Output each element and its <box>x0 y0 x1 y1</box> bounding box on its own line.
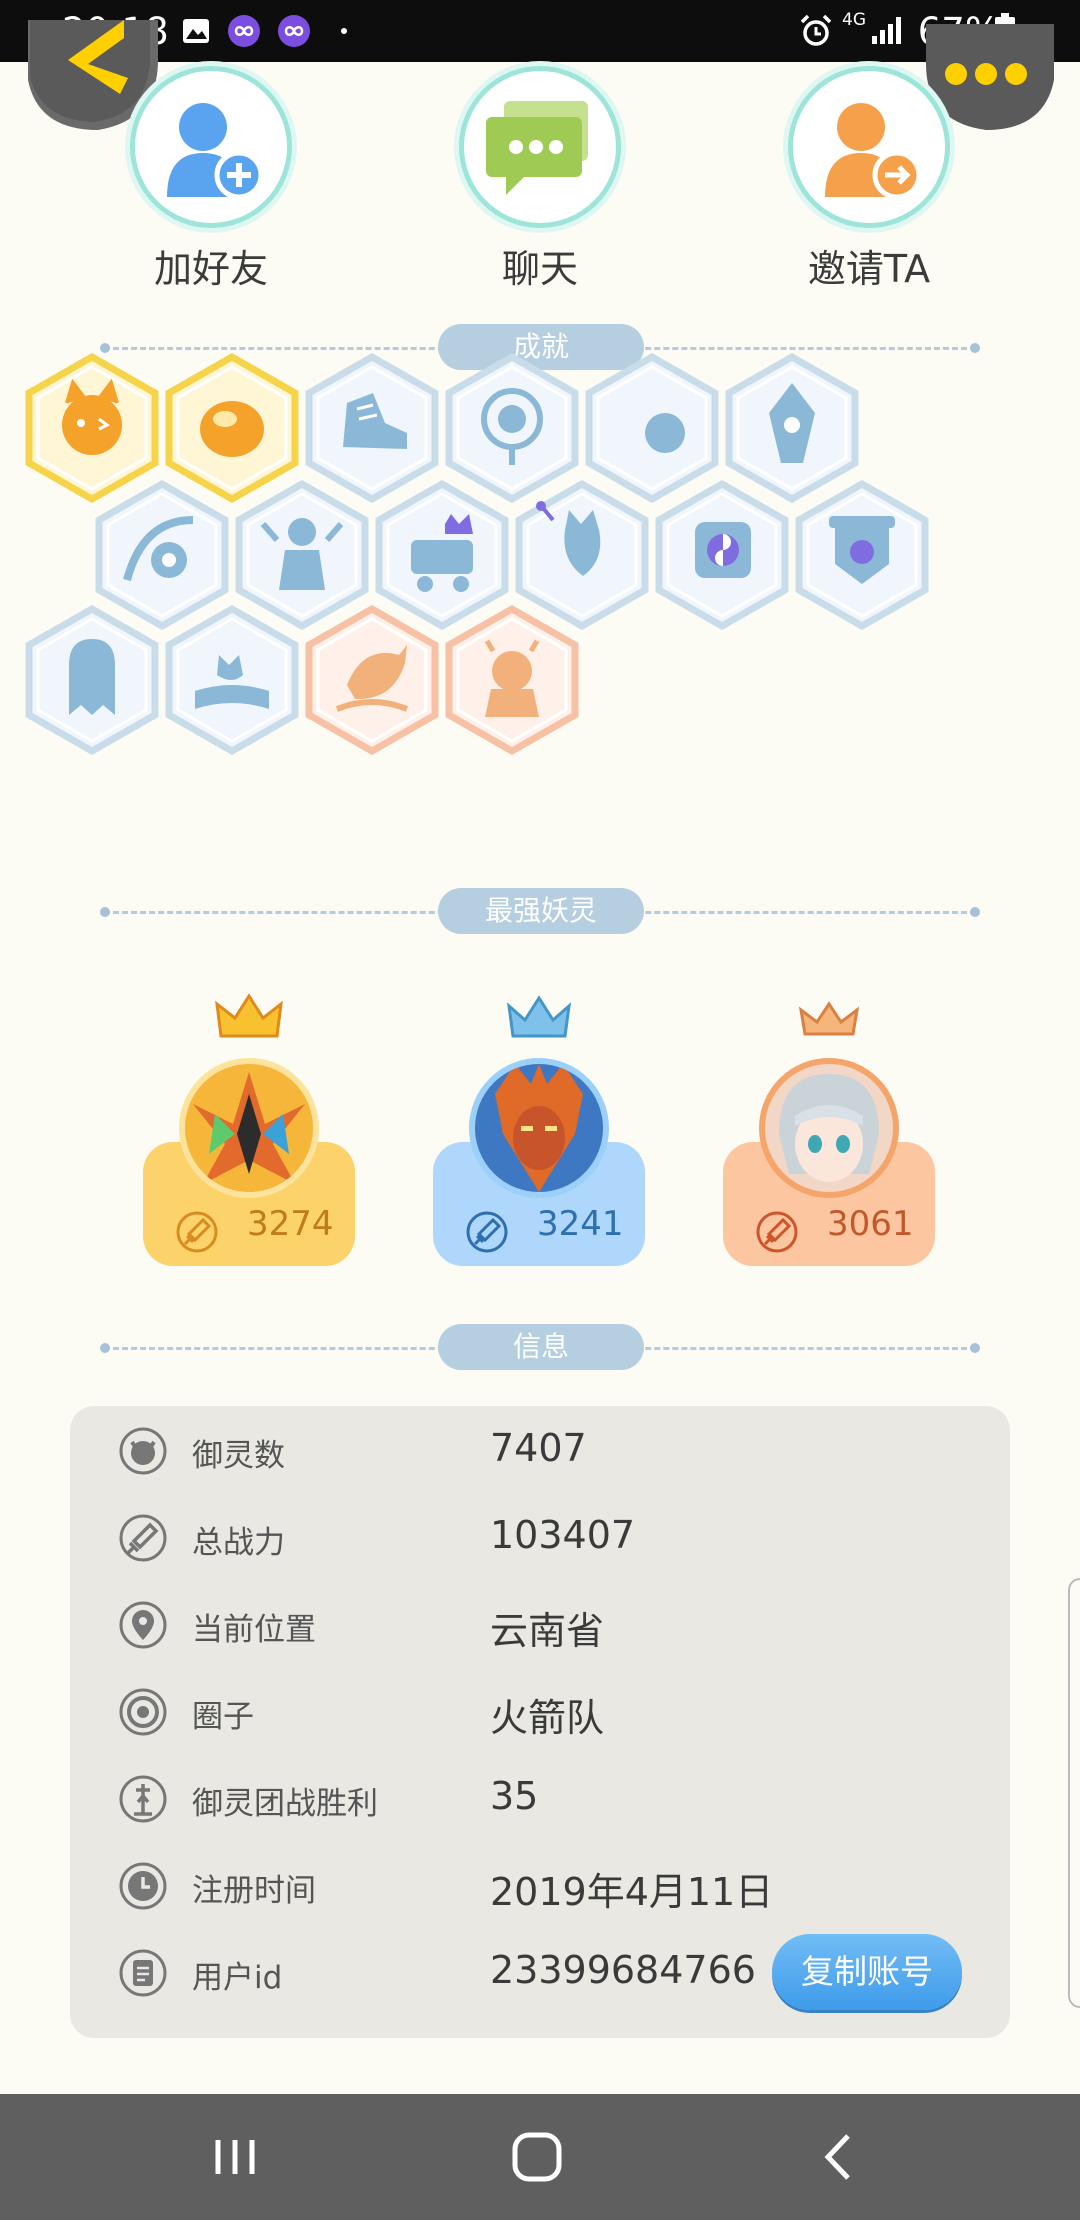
sword-icon <box>176 1211 218 1253</box>
spirit-avatar-1 <box>179 1058 319 1198</box>
info-row-spirit-count: 御灵数 7407 <box>70 1420 1010 1480</box>
spirit-power-3: 3061 <box>827 1204 914 1244</box>
info-key: 圈子 <box>192 1699 254 1735</box>
info-row-total-power: 总战力 103407 <box>70 1507 1010 1567</box>
infinity-icon <box>228 15 260 47</box>
spirit-avatar-2 <box>469 1058 609 1198</box>
add-friend-icon <box>167 103 264 200</box>
gold-bun-badge-icon <box>200 401 264 457</box>
circle-group-icon <box>119 1688 167 1736</box>
alarm-icon <box>800 14 832 46</box>
invite-label: 邀请TA <box>807 247 931 291</box>
user-id-icon <box>119 1949 167 1997</box>
info-key: 御灵团战胜利 <box>192 1786 378 1822</box>
info-row-circle: 圈子 火箭队 <box>70 1681 1010 1741</box>
recent-apps-icon[interactable] <box>200 2122 270 2192</box>
spirit-card-2[interactable]: 3241 <box>433 990 645 1290</box>
sword-icon <box>756 1211 798 1253</box>
top-spirits-divider: 最强妖灵 <box>100 888 980 936</box>
top-spirits-title: 最强妖灵 <box>438 888 644 934</box>
info-title: 信息 <box>438 1324 644 1370</box>
copy-account-button[interactable]: 复制账号 <box>772 1934 962 2010</box>
info-key: 用户id <box>192 1960 283 1996</box>
info-key: 御灵数 <box>192 1438 285 1474</box>
yin-yang-cube-badge-icon <box>695 522 751 578</box>
spirit-power-2: 3241 <box>537 1204 624 1244</box>
info-value: 2019年4月11日 <box>490 1870 774 1914</box>
info-row-register-time: 注册时间 2019年4月11日 <box>70 1855 1010 1915</box>
gold-crown-icon <box>215 993 283 1038</box>
chat-icon <box>486 101 588 195</box>
back-icon[interactable] <box>804 2122 874 2192</box>
team-battle-icon <box>119 1775 167 1823</box>
chat-button[interactable]: 聊天 <box>455 66 625 293</box>
sword-icon <box>466 1211 508 1253</box>
bronze-crown-icon <box>798 1001 860 1036</box>
achievement-badge[interactable] <box>23 604 161 756</box>
image-icon <box>183 19 209 43</box>
spirit-count-icon <box>119 1427 167 1475</box>
infinity-icon <box>278 15 310 47</box>
info-row-team-battle: 御灵团战胜利 35 <box>70 1768 1010 1828</box>
info-value: 云南省 <box>490 1609 605 1653</box>
silver-crown-icon <box>506 995 572 1038</box>
info-panel: 御灵数 7407 总战力 103407 当前位置 云南省 圈子 火箭队 御灵团战… <box>70 1406 1010 2038</box>
signal-icon <box>872 17 901 44</box>
spirit-card-3[interactable]: 3061 <box>723 990 935 1290</box>
achievement-badge[interactable] <box>303 604 441 756</box>
invite-icon <box>825 103 922 200</box>
info-row-location: 当前位置 云南省 <box>70 1594 1010 1654</box>
add-friend-button[interactable]: 加好友 <box>126 66 296 293</box>
location-pin-icon <box>119 1601 167 1649</box>
info-row-user-id: 用户id 23399684766 复制账号 <box>70 1934 1010 2010</box>
achievement-badge[interactable] <box>793 479 931 631</box>
info-value: 103407 <box>490 1513 636 1557</box>
invite-button[interactable]: 邀请TA <box>784 66 954 293</box>
info-value: 7407 <box>490 1426 587 1470</box>
edge-panel-handle[interactable] <box>1068 1578 1080 2008</box>
spirit-avatar-3 <box>759 1058 899 1198</box>
info-key: 当前位置 <box>192 1612 316 1648</box>
dot-icon <box>341 28 347 34</box>
more-dots-icon <box>945 63 1027 85</box>
info-divider: 信息 <box>100 1324 980 1372</box>
spirit-card-1[interactable]: 3274 <box>143 990 355 1290</box>
ghost-badge-icon <box>69 639 115 715</box>
info-value: 火箭队 <box>490 1696 605 1740</box>
home-icon[interactable] <box>502 2122 572 2192</box>
info-key: 总战力 <box>192 1525 285 1561</box>
info-key: 注册时间 <box>192 1873 316 1909</box>
network-type: 4G <box>842 10 866 30</box>
spirit-power-1: 3274 <box>247 1204 334 1244</box>
chat-label: 聊天 <box>501 247 578 291</box>
info-value: 23399684766 <box>490 1948 756 1992</box>
navigation-bar <box>0 2094 1080 2220</box>
achievement-badge[interactable] <box>163 604 301 756</box>
status-bar: 20:18 4G 67% <box>0 0 1080 62</box>
clock-icon <box>119 1862 167 1910</box>
achievement-badge[interactable] <box>443 604 581 756</box>
info-value: 35 <box>490 1774 539 1818</box>
achievement-badge[interactable] <box>653 479 791 631</box>
sword-icon <box>119 1514 167 1562</box>
add-friend-label: 加好友 <box>153 247 268 291</box>
